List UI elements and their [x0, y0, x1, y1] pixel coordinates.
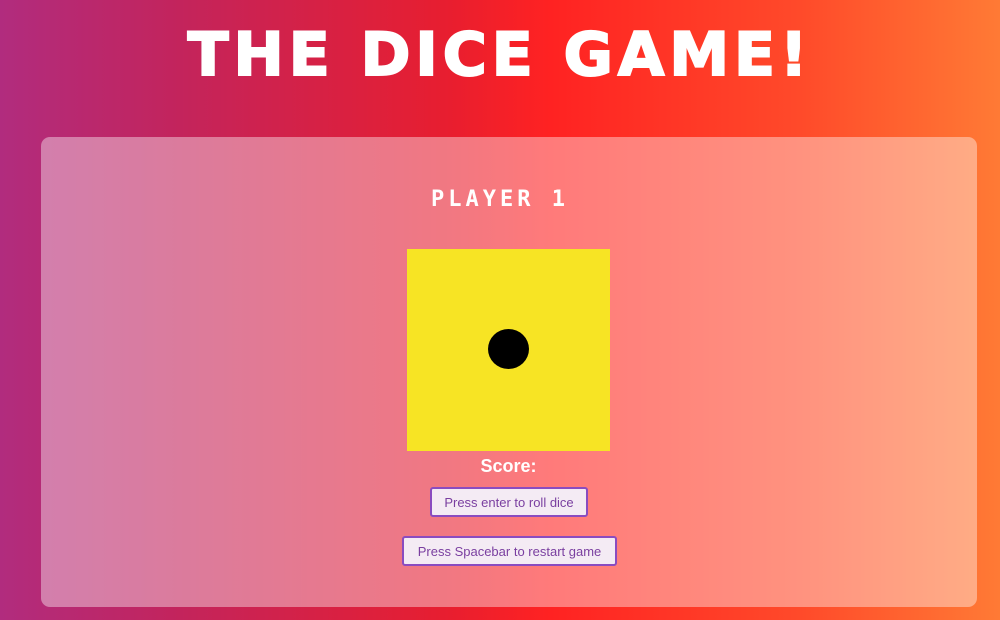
die-face: [407, 249, 610, 451]
player-label: Player 1: [431, 187, 569, 212]
restart-game-button[interactable]: Press Spacebar to restart game: [402, 536, 617, 566]
game-title: The Dice Game!: [187, 19, 813, 91]
die-pip: [488, 329, 529, 369]
roll-dice-button[interactable]: Press enter to roll dice: [430, 487, 588, 517]
score-label: Score:: [480, 456, 537, 476]
